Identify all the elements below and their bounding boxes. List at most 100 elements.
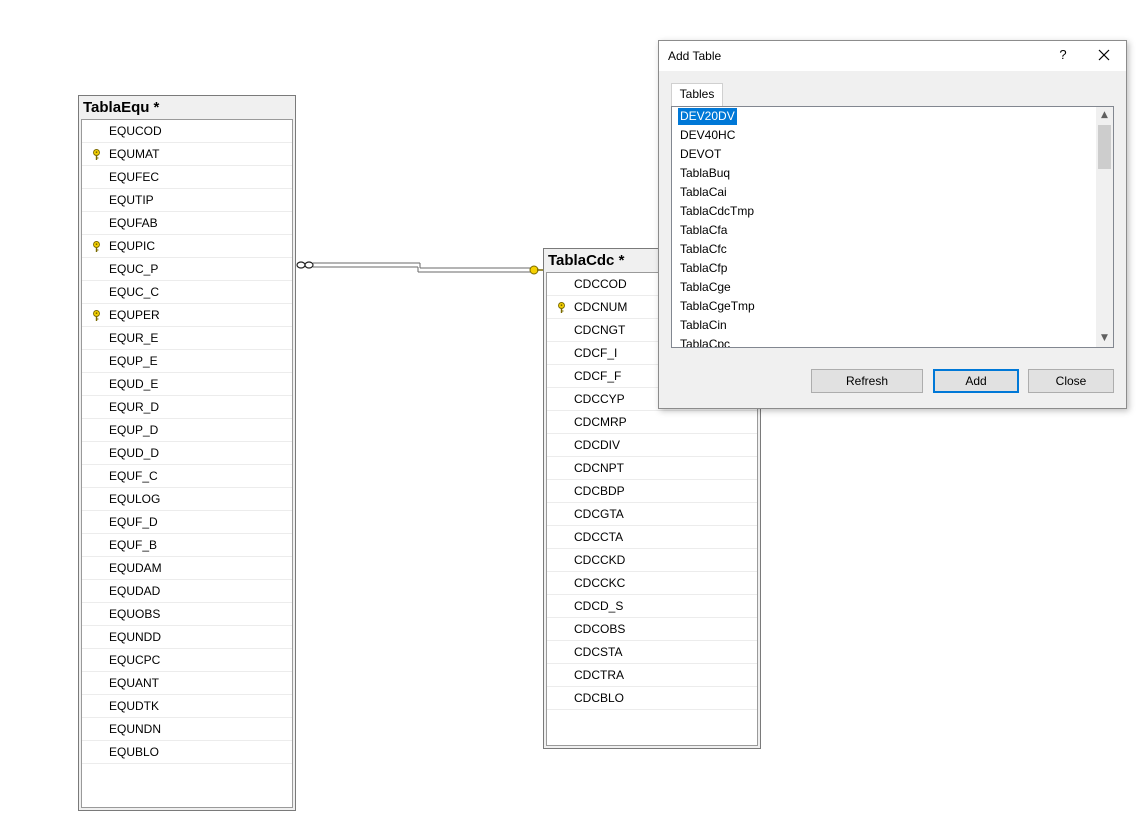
close-icon[interactable] <box>1091 43 1117 67</box>
column-name: CDCCKD <box>574 553 626 567</box>
column-row[interactable]: EQUF_D <box>82 511 292 534</box>
column-name: EQUBLO <box>109 745 160 759</box>
list-item[interactable]: TablaCfc <box>678 241 729 258</box>
column-name: CDCCTA <box>574 530 624 544</box>
column-name: EQUCOD <box>109 124 162 138</box>
column-row[interactable]: CDCCTA <box>547 526 757 549</box>
add-table-dialog[interactable]: Add Table ? Tables DEV20DV DEV40HC DEVOT Ta… <box>658 40 1127 409</box>
column-row[interactable]: EQUR_E <box>82 327 292 350</box>
column-row[interactable]: CDCSTA <box>547 641 757 664</box>
column-row[interactable]: EQUMAT <box>82 143 292 166</box>
list-item[interactable]: TablaCin <box>678 317 729 334</box>
column-name: EQUOBS <box>109 607 161 621</box>
column-list[interactable]: EQUCOD EQUMAT EQUFEC EQUTIP EQUFAB EQUPIC EQUC… <box>81 119 293 808</box>
table-tablaequ[interactable]: TablaEqu * EQUCOD EQUMAT EQUFEC EQUTIP EQUFA… <box>78 95 296 811</box>
key-icon <box>529 265 543 275</box>
column-name: CDCCYP <box>574 392 625 406</box>
dialog-titlebar[interactable]: Add Table ? <box>659 41 1126 71</box>
column-row[interactable]: CDCBLO <box>547 687 757 710</box>
column-row[interactable]: EQUP_D <box>82 419 292 442</box>
column-name: CDCDIV <box>574 438 621 452</box>
column-name: EQUCPC <box>109 653 161 667</box>
column-row[interactable]: CDCDIV <box>547 434 757 457</box>
column-name: CDCBLO <box>574 691 625 705</box>
column-row[interactable]: EQUFEC <box>82 166 292 189</box>
list-item[interactable]: TablaCge <box>678 279 733 296</box>
column-row[interactable]: CDCMRP <box>547 411 757 434</box>
column-row[interactable]: EQUDTK <box>82 695 292 718</box>
list-item[interactable]: TablaCfp <box>678 260 729 277</box>
column-name: EQUP_D <box>109 423 159 437</box>
scroll-down-arrow-icon[interactable]: ▼ <box>1096 330 1113 347</box>
column-row[interactable]: EQUANT <box>82 672 292 695</box>
list-item[interactable]: TablaCfa <box>678 222 729 239</box>
column-row[interactable]: EQUPIC <box>82 235 292 258</box>
column-name: EQUF_D <box>109 515 158 529</box>
add-button[interactable]: Add <box>933 369 1019 393</box>
column-row[interactable]: EQUTIP <box>82 189 292 212</box>
column-row[interactable]: EQUDAM <box>82 557 292 580</box>
column-row[interactable]: EQUF_B <box>82 534 292 557</box>
column-row[interactable]: EQUBLO <box>82 741 292 764</box>
column-name: EQUPER <box>109 308 160 322</box>
column-name: CDCMRP <box>574 415 627 429</box>
column-name: EQUTIP <box>109 193 154 207</box>
vertical-scrollbar[interactable]: ▲ ▼ <box>1096 107 1113 347</box>
scroll-thumb[interactable] <box>1098 125 1111 169</box>
close-button[interactable]: Close <box>1028 369 1114 393</box>
list-item[interactable]: TablaCai <box>678 184 729 201</box>
key-icon <box>93 149 100 160</box>
column-row[interactable]: CDCTRA <box>547 664 757 687</box>
column-row[interactable]: EQUNDN <box>82 718 292 741</box>
column-row[interactable]: EQUNDD <box>82 626 292 649</box>
column-row[interactable]: EQUC_P <box>82 258 292 281</box>
list-item[interactable]: TablaCgeTmp <box>678 298 757 315</box>
column-name: CDCD_S <box>574 599 624 613</box>
column-name: EQUD_E <box>109 377 159 391</box>
column-row[interactable]: EQUC_C <box>82 281 292 304</box>
column-name: CDCF_I <box>574 346 618 360</box>
column-name: CDCTRA <box>574 668 624 682</box>
column-row[interactable]: EQUCOD <box>82 120 292 143</box>
column-name: EQULOG <box>109 492 161 506</box>
list-item[interactable]: DEV40HC <box>678 127 737 144</box>
column-row[interactable]: EQUD_E <box>82 373 292 396</box>
column-row[interactable]: EQUOBS <box>82 603 292 626</box>
column-row[interactable]: EQUPER <box>82 304 292 327</box>
column-row[interactable]: EQUCPC <box>82 649 292 672</box>
column-name: EQUR_E <box>109 331 159 345</box>
column-row[interactable]: CDCOBS <box>547 618 757 641</box>
help-button[interactable]: ? <box>1055 47 1071 62</box>
column-row[interactable]: CDCCKD <box>547 549 757 572</box>
column-row[interactable]: EQUR_D <box>82 396 292 419</box>
column-row[interactable]: EQUFAB <box>82 212 292 235</box>
list-item[interactable]: DEVOT <box>678 146 723 163</box>
column-row[interactable]: EQUF_C <box>82 465 292 488</box>
column-name: CDCCKC <box>574 576 626 590</box>
table-title[interactable]: TablaEqu * <box>79 96 295 118</box>
column-row[interactable]: EQUD_D <box>82 442 292 465</box>
column-row[interactable]: EQULOG <box>82 488 292 511</box>
column-row[interactable]: CDCNPT <box>547 457 757 480</box>
column-name: EQUR_D <box>109 400 160 414</box>
list-item[interactable]: TablaCpc <box>678 336 732 347</box>
column-row[interactable]: CDCD_S <box>547 595 757 618</box>
tables-listbox[interactable]: DEV20DV DEV40HC DEVOT TablaBuq TablaCai Tabla… <box>671 106 1114 348</box>
column-row[interactable]: EQUP_E <box>82 350 292 373</box>
column-row[interactable]: CDCBDP <box>547 480 757 503</box>
key-icon <box>93 241 100 252</box>
list-item[interactable]: TablaCdcTmp <box>678 203 756 220</box>
column-name: EQUFEC <box>109 170 160 184</box>
list-item[interactable]: TablaBuq <box>678 165 732 182</box>
scroll-up-arrow-icon[interactable]: ▲ <box>1096 107 1113 124</box>
column-row[interactable]: CDCCKC <box>547 572 757 595</box>
column-row[interactable]: EQUDAD <box>82 580 292 603</box>
column-name: EQUFAB <box>109 216 158 230</box>
column-row[interactable]: CDCGTA <box>547 503 757 526</box>
tab-tables[interactable]: Tables <box>671 83 723 106</box>
column-name: EQUDAD <box>109 584 161 598</box>
refresh-button[interactable]: Refresh <box>811 369 923 393</box>
list-item[interactable]: DEV20DV <box>678 108 737 125</box>
column-name: CDCF_F <box>574 369 622 383</box>
column-name: EQUC_C <box>109 285 160 299</box>
